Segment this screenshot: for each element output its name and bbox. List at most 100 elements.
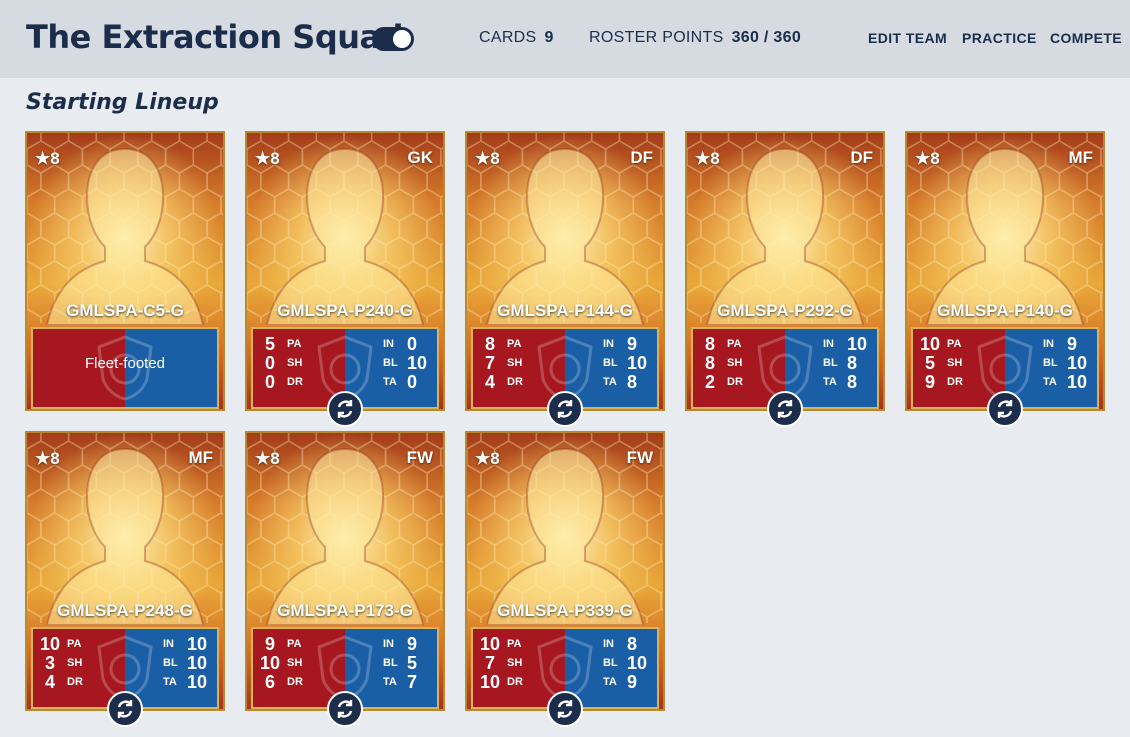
stat-bl-label: BL xyxy=(383,657,398,669)
stat-in-label: IN xyxy=(603,638,614,650)
card-name: GMLSPA-P144-G xyxy=(497,301,633,320)
stat-row: 2 DR TA 8 xyxy=(693,372,877,392)
stat-in-value: 9 xyxy=(627,334,638,354)
toggle-knob xyxy=(393,30,411,48)
stat-pa-label: PA xyxy=(507,338,522,350)
stat-row: 0 DR TA 0 xyxy=(253,372,437,392)
swap-arrows-icon[interactable] xyxy=(327,391,363,427)
stat-bl-value: 8 xyxy=(847,353,858,373)
edit-team-link[interactable]: EDIT TEAM xyxy=(868,30,947,46)
stat-in-value: 10 xyxy=(187,634,208,654)
stat-ta-value: 8 xyxy=(847,372,858,392)
stat-ta-label: TA xyxy=(603,676,617,688)
card-position: FW xyxy=(626,448,653,467)
stat-bl-value: 10 xyxy=(1067,353,1088,373)
stat-pa-label: PA xyxy=(287,638,302,650)
player-card[interactable]: ★8 FW GMLSPA-P339-G 10 PA IN 8 7 SH BL 10 10 DR TA 9 xyxy=(465,431,665,711)
stat-in-value: 8 xyxy=(627,634,638,654)
player-card[interactable]: ★8 DF GMLSPA-P292-G 8 PA IN 10 8 SH BL 8 2 DR TA 8 xyxy=(685,131,885,411)
stat-in-value: 9 xyxy=(1067,334,1078,354)
player-card[interactable]: ★8 GK GMLSPA-P240-G 5 PA IN 0 0 SH BL 10 0 DR TA 0 xyxy=(245,131,445,411)
stat-ta-label: TA xyxy=(383,376,397,388)
player-card[interactable]: ★8 FW GMLSPA-P173-G 9 PA IN 9 10 SH BL 5 6 DR TA 7 xyxy=(245,431,445,711)
swap-arrows-icon[interactable] xyxy=(547,391,583,427)
compete-link[interactable]: COMPETE xyxy=(1050,30,1122,46)
player-card[interactable]: ★8 MF GMLSPA-P248-G 10 PA IN 10 3 SH BL 10 4 DR TA 10 xyxy=(25,431,225,711)
stat-row: 10 SH BL 5 xyxy=(253,653,437,673)
card-rating: ★8 xyxy=(255,449,280,468)
card-position: MF xyxy=(1068,148,1093,167)
player-card[interactable]: ★8 MF GMLSPA-P140-G 10 PA IN 9 5 SH BL 10 9 DR TA 10 xyxy=(905,131,1105,411)
stat-row: 10 PA IN 10 xyxy=(33,634,217,654)
points-value: 360 / 360 xyxy=(731,29,802,46)
stat-ta-label: TA xyxy=(1043,376,1057,388)
stat-dr-label: DR xyxy=(67,676,83,688)
stat-in-value: 9 xyxy=(407,634,418,654)
player-silhouette xyxy=(705,147,865,325)
stat-row: 4 DR TA 10 xyxy=(33,672,217,692)
stat-dr-label: DR xyxy=(507,376,523,388)
stat-row: 5 PA IN 0 xyxy=(253,334,437,354)
stat-row: 7 SH BL 10 xyxy=(473,653,657,673)
player-card[interactable]: ★8 DF GMLSPA-P144-G 8 PA IN 9 7 SH BL 10 4 DR TA 8 xyxy=(465,131,665,411)
stat-dr-label: DR xyxy=(287,676,303,688)
stat-row: 5 SH BL 10 xyxy=(913,353,1097,373)
stat-sh-value: 0 xyxy=(264,353,275,373)
stat-ta-value: 7 xyxy=(407,672,418,692)
stat-sh-label: SH xyxy=(727,357,743,369)
stat-bl-label: BL xyxy=(823,357,838,369)
stat-row: 9 DR TA 10 xyxy=(913,372,1097,392)
cards-count: CARDS 9 xyxy=(479,29,554,47)
stat-ta-label: TA xyxy=(823,376,837,388)
stat-row: 4 DR TA 8 xyxy=(473,372,657,392)
stat-in-value: 0 xyxy=(407,334,418,354)
stat-sh-label: SH xyxy=(287,657,303,669)
stat-dr-value: 2 xyxy=(704,372,715,392)
swap-arrows-icon[interactable] xyxy=(327,691,363,727)
stat-ta-label: TA xyxy=(603,376,617,388)
card-rating: ★8 xyxy=(475,149,500,168)
player-silhouette xyxy=(265,147,425,325)
stat-pa-value: 9 xyxy=(264,634,275,654)
card-position: DF xyxy=(630,148,653,167)
stat-pa-value: 5 xyxy=(264,334,275,354)
cards-label: CARDS xyxy=(479,29,537,46)
stat-in-label: IN xyxy=(383,338,394,350)
card-name: GMLSPA-P339-G xyxy=(497,601,633,620)
stat-in-value: 10 xyxy=(847,334,868,354)
stat-dr-value: 6 xyxy=(264,672,275,692)
stat-ta-value: 8 xyxy=(627,372,638,392)
swap-arrows-icon[interactable] xyxy=(767,391,803,427)
stat-sh-label: SH xyxy=(507,657,523,669)
stat-pa-label: PA xyxy=(287,338,302,350)
practice-link[interactable]: PRACTICE xyxy=(962,30,1037,46)
stat-bl-value: 10 xyxy=(627,353,648,373)
swap-arrows-icon[interactable] xyxy=(547,691,583,727)
stat-sh-value: 7 xyxy=(484,353,495,373)
swap-arrows-icon[interactable] xyxy=(107,691,143,727)
stat-dr-value: 4 xyxy=(44,672,55,692)
player-silhouette xyxy=(485,447,645,625)
card-position: MF xyxy=(188,448,213,467)
player-silhouette xyxy=(925,147,1085,325)
stat-bl-value: 10 xyxy=(187,653,208,673)
stat-bl-label: BL xyxy=(603,357,618,369)
stat-sh-value: 8 xyxy=(704,353,715,373)
stat-pa-label: PA xyxy=(727,338,742,350)
stat-in-label: IN xyxy=(603,338,614,350)
player-silhouette xyxy=(485,147,645,325)
stat-sh-label: SH xyxy=(287,357,303,369)
stat-ta-value: 10 xyxy=(187,672,208,692)
team-name: The Extraction Squad xyxy=(26,18,404,56)
stat-in-label: IN xyxy=(383,638,394,650)
stat-in-label: IN xyxy=(163,638,174,650)
stat-ta-value: 10 xyxy=(1067,372,1088,392)
team-toggle[interactable] xyxy=(372,27,414,51)
stat-bl-label: BL xyxy=(1043,357,1058,369)
section-title: Starting Lineup xyxy=(26,90,219,115)
swap-arrows-icon[interactable] xyxy=(987,391,1023,427)
stat-sh-label: SH xyxy=(67,657,83,669)
player-card[interactable]: ★8 GMLSPA-C5-G Fleet-footed xyxy=(25,131,225,411)
card-name: GMLSPA-P240-G xyxy=(277,301,413,320)
card-name: GMLSPA-P292-G xyxy=(717,301,853,320)
